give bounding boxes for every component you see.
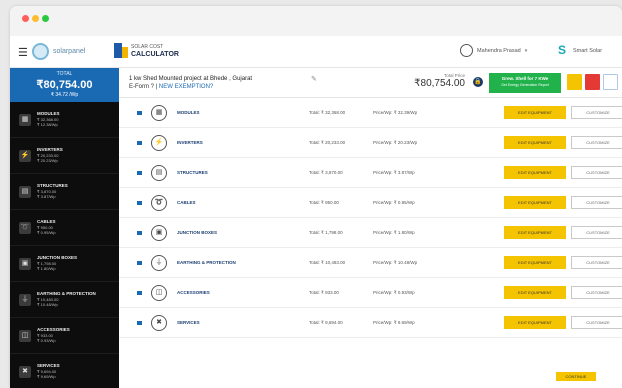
- sidebar-item-earthing[interactable]: ⏚ EARTHING & PROTECTION ₹ 10,483.00 ₹ 10.4…: [10, 282, 119, 318]
- inverter-icon: ⚡: [19, 149, 31, 162]
- smart-solar-link[interactable]: S Smart Solar: [558, 44, 602, 57]
- sidebar-item-services[interactable]: ✖ SERVICES ₹ 9,694.00 ₹ 9.69/Wp: [10, 354, 119, 388]
- user-menu[interactable]: Mahendra Prasad ▾: [460, 44, 527, 57]
- equipment-row-junction-boxes: ▣ JUNCTION BOXES Total: ₹ 1,798.00 Price…: [119, 218, 622, 248]
- titlebar: [10, 6, 622, 36]
- sidebar-item-structures[interactable]: ▤ STRUCTURES ₹ 3,870.00 ₹ 3.87/Wp: [10, 174, 119, 210]
- customize-button[interactable]: CUSTOMIZE: [571, 226, 622, 239]
- drag-handle-icon[interactable]: [137, 141, 142, 145]
- junction-box-icon: ▣: [151, 225, 167, 241]
- customize-button[interactable]: CUSTOMIZE: [571, 136, 622, 149]
- sidebar-item-accessories[interactable]: ◫ ACCESSORIES ₹ 933.00 ₹ 0.93/Wp: [10, 318, 119, 354]
- globe-icon: [32, 43, 49, 60]
- minimize-window-button[interactable]: [32, 15, 39, 22]
- smart-solar-icon: S: [558, 43, 567, 57]
- equipment-row-inverters: ⚡ INVERTERS Total: ₹ 20,233.00 Price/Wp:…: [119, 128, 622, 158]
- customize-button[interactable]: CUSTOMIZE: [571, 106, 622, 119]
- drag-handle-icon[interactable]: [137, 261, 142, 265]
- cable-icon: ➰: [151, 195, 167, 211]
- edit-equipment-button[interactable]: EDIT EQUIPMENT: [504, 106, 566, 119]
- customize-button[interactable]: CUSTOMIZE: [571, 196, 622, 209]
- equipment-row-services: ✖ SERVICES Total: ₹ 9,694.00 Price/Wp: ₹…: [119, 308, 622, 338]
- structure-icon: ▤: [151, 165, 167, 181]
- hamburger-icon[interactable]: ☰: [18, 46, 28, 59]
- sidebar-item-junction-boxes[interactable]: ▣ JUNCTION BOXES ₹ 1,798.00 ₹ 1.80/Wp: [10, 246, 119, 282]
- logo-calculator: SOLAR COST CALCULATOR: [114, 43, 179, 58]
- modules-icon: ▦: [19, 113, 31, 126]
- sidebar-total: TOTAL ₹80,754.00 ₹ 34.72 /Wp: [10, 68, 119, 102]
- modules-icon: ▦: [151, 105, 167, 121]
- drag-handle-icon[interactable]: [137, 231, 142, 235]
- app-header: ☰ solarpanel SOLAR COST CALCULATOR Mahen…: [10, 36, 622, 68]
- accessories-icon: ◫: [151, 285, 167, 301]
- energy-report-button[interactable]: Grew. Shell for 7 KWe Get Energy Generat…: [489, 73, 561, 93]
- equipment-row-structures: ▤ STRUCTURES Total: ₹ 3,870.00 Price/Wp:…: [119, 158, 622, 188]
- drag-handle-icon[interactable]: [137, 321, 142, 325]
- sidebar: TOTAL ₹80,754.00 ₹ 34.72 /Wp ▦ MODULES ₹ …: [10, 68, 119, 388]
- services-icon: ✖: [19, 365, 31, 378]
- lock-icon[interactable]: 🔒: [473, 77, 483, 87]
- sidebar-item-inverters[interactable]: ⚡ INVERTERS ₹ 20,233.00 ₹ 20.23/Wp: [10, 138, 119, 174]
- new-exemption-link[interactable]: NEW EXEMPTION?: [159, 84, 213, 90]
- edit-equipment-button[interactable]: EDIT EQUIPMENT: [504, 256, 566, 269]
- edit-equipment-button[interactable]: EDIT EQUIPMENT: [504, 166, 566, 179]
- cable-icon: ➰: [19, 221, 31, 234]
- earthing-icon: ⏚: [19, 293, 31, 306]
- share-icon-button[interactable]: [603, 74, 618, 90]
- equipment-row-modules: ▦ MODULES Total: ₹ 32,368.00 Price/Wp: ₹…: [119, 98, 622, 128]
- continue-button[interactable]: CONTINUE: [556, 372, 596, 381]
- calculator-logo-icon: [114, 43, 128, 58]
- equipment-row-earthing: ⏚ EARTHING & PROTECTION Total: ₹ 10,483.…: [119, 248, 622, 278]
- project-header: 1 kw Shed Mounted project at Bhede , Guj…: [119, 68, 622, 98]
- app-window: ☰ solarpanel SOLAR COST CALCULATOR Mahen…: [10, 6, 622, 388]
- drag-handle-icon[interactable]: [137, 111, 142, 115]
- chevron-down-icon: ▾: [524, 47, 528, 54]
- equipment-row-accessories: ◫ ACCESSORIES Total: ₹ 933.00 Price/Wp: …: [119, 278, 622, 308]
- edit-equipment-button[interactable]: EDIT EQUIPMENT: [504, 316, 566, 329]
- structure-icon: ▤: [19, 185, 31, 198]
- sidebar-item-cables[interactable]: ➰ CABLES ₹ 950.00 ₹ 0.95/Wp: [10, 210, 119, 246]
- equipment-row-cables: ➰ CABLES Total: ₹ 950.00 Price/Wp: ₹ 0.9…: [119, 188, 622, 218]
- equipment-list: ▦ MODULES Total: ₹ 32,368.00 Price/Wp: ₹…: [119, 98, 622, 338]
- edit-equipment-button[interactable]: EDIT EQUIPMENT: [504, 286, 566, 299]
- sidebar-item-modules[interactable]: ▦ MODULES ₹ 32,368.00 ₹ 12.38/Wp: [10, 102, 119, 138]
- inverter-icon: ⚡: [151, 135, 167, 151]
- edit-equipment-button[interactable]: EDIT EQUIPMENT: [504, 226, 566, 239]
- customize-button[interactable]: CUSTOMIZE: [571, 256, 622, 269]
- drag-handle-icon[interactable]: [137, 171, 142, 175]
- save-icon-button[interactable]: [567, 74, 582, 90]
- maximize-window-button[interactable]: [42, 15, 49, 22]
- project-total: Total Price ₹80,754.00: [414, 73, 465, 89]
- customize-button[interactable]: CUSTOMIZE: [571, 166, 622, 179]
- edit-equipment-button[interactable]: EDIT EQUIPMENT: [504, 136, 566, 149]
- project-title: 1 kw Shed Mounted project at Bhede , Guj…: [129, 76, 253, 90]
- drag-handle-icon[interactable]: [137, 291, 142, 295]
- logo-solarpanel[interactable]: solarpanel: [32, 43, 85, 60]
- accessories-icon: ◫: [19, 329, 31, 342]
- drag-handle-icon[interactable]: [137, 201, 142, 205]
- customize-button[interactable]: CUSTOMIZE: [571, 286, 622, 299]
- junction-box-icon: ▣: [19, 257, 31, 270]
- earthing-icon: ⏚: [151, 255, 167, 271]
- edit-equipment-button[interactable]: EDIT EQUIPMENT: [504, 196, 566, 209]
- close-window-button[interactable]: [22, 15, 29, 22]
- user-avatar-icon: [460, 44, 473, 57]
- services-icon: ✖: [151, 315, 167, 331]
- pdf-icon-button[interactable]: [585, 74, 600, 90]
- edit-pencil-icon[interactable]: ✎: [311, 75, 317, 83]
- customize-button[interactable]: CUSTOMIZE: [571, 316, 622, 329]
